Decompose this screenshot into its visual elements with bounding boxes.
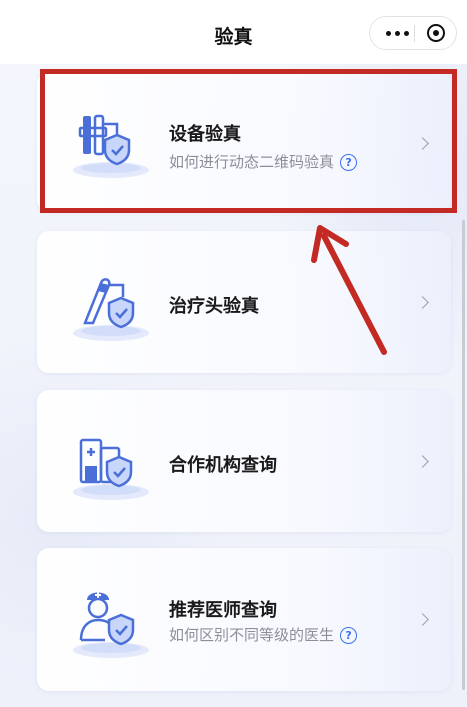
card-partner-institution-search[interactable]: 合作机构查询 — [37, 390, 451, 532]
card-title: 合作机构查询 — [169, 455, 277, 476]
treatment-head-shield-icon — [73, 278, 149, 341]
card-treatment-head-verify[interactable]: 治疗头验真 — [37, 231, 451, 373]
card-title: 推荐医师查询 — [169, 600, 277, 621]
help-icon[interactable]: ? — [340, 627, 358, 644]
card-title: 治疗头验真 — [169, 296, 259, 317]
building-shield-icon — [73, 438, 149, 500]
doctor-shield-icon — [73, 592, 149, 658]
card-subtitle[interactable]: 如何区别不同等级的医生? — [169, 624, 358, 645]
chevron-right-icon — [416, 296, 429, 309]
annotation-highlight-box — [40, 69, 457, 213]
chevron-right-icon — [416, 613, 429, 626]
capsule-divider — [414, 25, 415, 42]
title-bar: 验真 — [0, 0, 467, 64]
card-recommended-doctor-search[interactable]: 推荐医师查询 如何区别不同等级的医生? — [37, 548, 451, 691]
mini-program-capsule — [369, 16, 457, 50]
card-subtitle-text: 如何区别不同等级的医生 — [169, 626, 335, 644]
target-circle-icon[interactable] — [427, 24, 445, 42]
chevron-right-icon — [416, 455, 429, 468]
scrollbar[interactable] — [462, 220, 465, 690]
more-dots-icon[interactable] — [386, 31, 410, 37]
